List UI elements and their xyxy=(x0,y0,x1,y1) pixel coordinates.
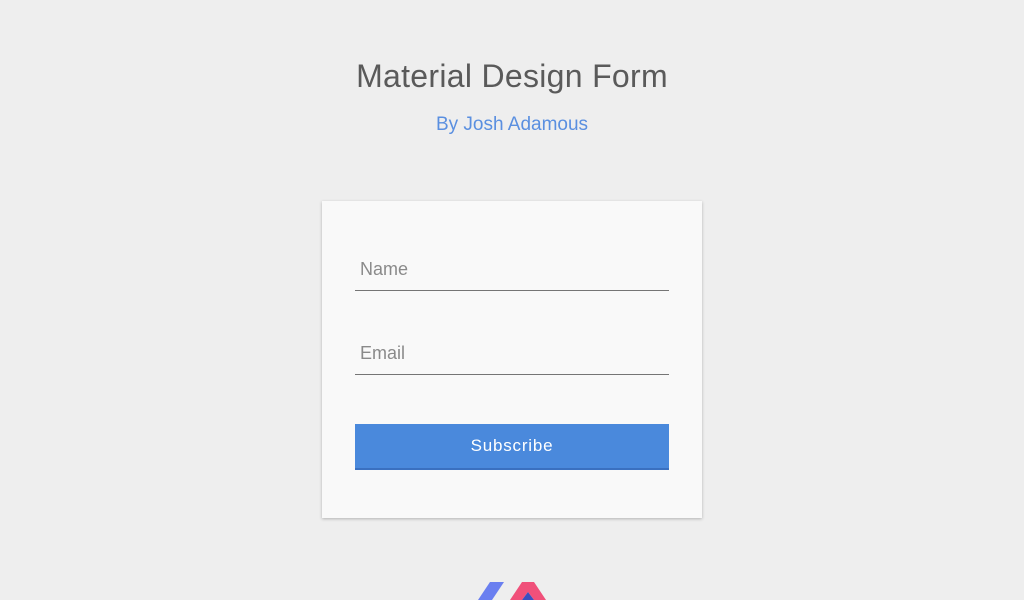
logo-left-shape xyxy=(478,582,504,600)
subscribe-button[interactable]: Subscribe xyxy=(355,424,669,470)
subscribe-form-card: Subscribe xyxy=(322,201,702,518)
email-field-wrapper xyxy=(355,334,669,375)
name-input[interactable] xyxy=(355,250,669,288)
page-title: Material Design Form xyxy=(356,58,668,94)
name-field-wrapper xyxy=(355,250,669,291)
email-input[interactable] xyxy=(355,334,669,372)
author-byline[interactable]: By Josh Adamous xyxy=(0,114,1024,136)
logo-icon xyxy=(478,582,546,600)
